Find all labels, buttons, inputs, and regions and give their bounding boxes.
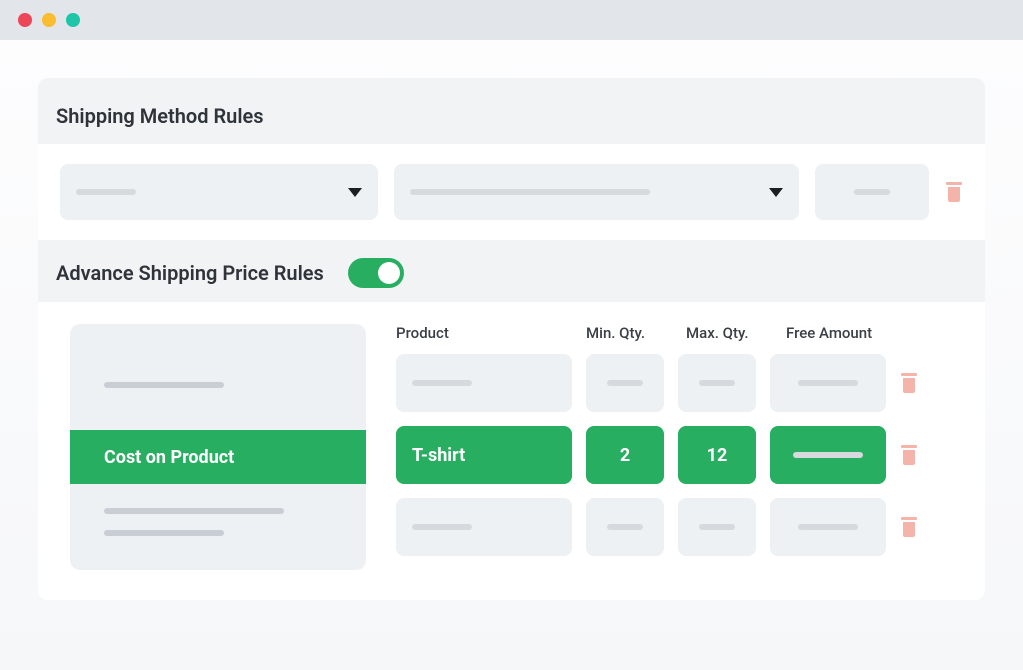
menu-item-active[interactable]: Cost on Product [70,430,366,484]
placeholder-line [412,380,472,386]
table-row: T-shirt 2 12 [396,426,963,484]
cell-min-qty[interactable] [586,354,664,412]
placeholder-line [410,189,650,195]
cell-text: 2 [620,445,630,466]
window-close-dot[interactable] [18,13,32,27]
advance-body: Cost on Product Product Min. Qty. Max. Q… [38,302,985,600]
cell-product[interactable] [396,354,572,412]
placeholder-line [793,452,863,458]
rules-table: Product Min. Qty. Max. Qty. Free Amount … [396,324,963,570]
placeholder-line [412,524,472,530]
cell-free-amount[interactable] [770,354,886,412]
rule-value[interactable] [815,164,929,220]
menu-placeholder-group [70,502,366,536]
chevron-down-icon [769,188,783,197]
window-minimize-dot[interactable] [42,13,56,27]
shipping-rule-row [60,164,963,220]
page: Shipping Method Rules Advance Shipping P… [0,40,1023,670]
cell-text: 12 [707,445,728,466]
th-product: Product [396,324,586,342]
window-maximize-dot[interactable] [66,13,80,27]
shipping-method-body [38,144,985,240]
th-free-amount: Free Amount [786,324,926,342]
placeholder-line [607,524,643,530]
placeholder-line [854,189,890,195]
side-menu: Cost on Product [70,324,366,570]
advance-title: Advance Shipping Price Rules [56,261,324,285]
cell-free-amount[interactable] [770,498,886,556]
placeholder-line [699,524,735,530]
cell-product[interactable] [396,498,572,556]
cell-text: T-shirt [412,445,465,466]
rule-select-1[interactable] [60,164,378,220]
placeholder-line [699,380,735,386]
trash-icon[interactable] [945,182,963,202]
menu-item-label: Cost on Product [104,447,234,468]
advance-toggle[interactable] [348,258,404,288]
placeholder-line [104,530,224,536]
cell-max-qty[interactable]: 12 [678,426,756,484]
table-row [396,498,963,556]
placeholder-line [607,380,643,386]
main-panel: Shipping Method Rules Advance Shipping P… [38,78,985,600]
placeholder-line [798,380,858,386]
table-header: Product Min. Qty. Max. Qty. Free Amount [396,324,963,342]
cell-product[interactable]: T-shirt [396,426,572,484]
placeholder-line [76,189,136,195]
placeholder-line [104,382,224,388]
cell-min-qty[interactable]: 2 [586,426,664,484]
table-row [396,354,963,412]
chevron-down-icon [348,188,362,197]
placeholder-line [104,508,284,514]
shipping-method-title: Shipping Method Rules [38,78,985,144]
cell-max-qty[interactable] [678,354,756,412]
rule-select-2[interactable] [394,164,799,220]
advance-toggle-row: Advance Shipping Price Rules [38,240,985,302]
menu-item[interactable] [70,358,366,412]
th-min-qty: Min. Qty. [586,324,686,342]
trash-icon[interactable] [900,373,918,393]
trash-icon[interactable] [900,517,918,537]
cell-max-qty[interactable] [678,498,756,556]
trash-icon[interactable] [900,445,918,465]
cell-min-qty[interactable] [586,498,664,556]
th-max-qty: Max. Qty. [686,324,786,342]
placeholder-line [798,524,858,530]
cell-free-amount[interactable] [770,426,886,484]
window-titlebar [0,0,1023,40]
